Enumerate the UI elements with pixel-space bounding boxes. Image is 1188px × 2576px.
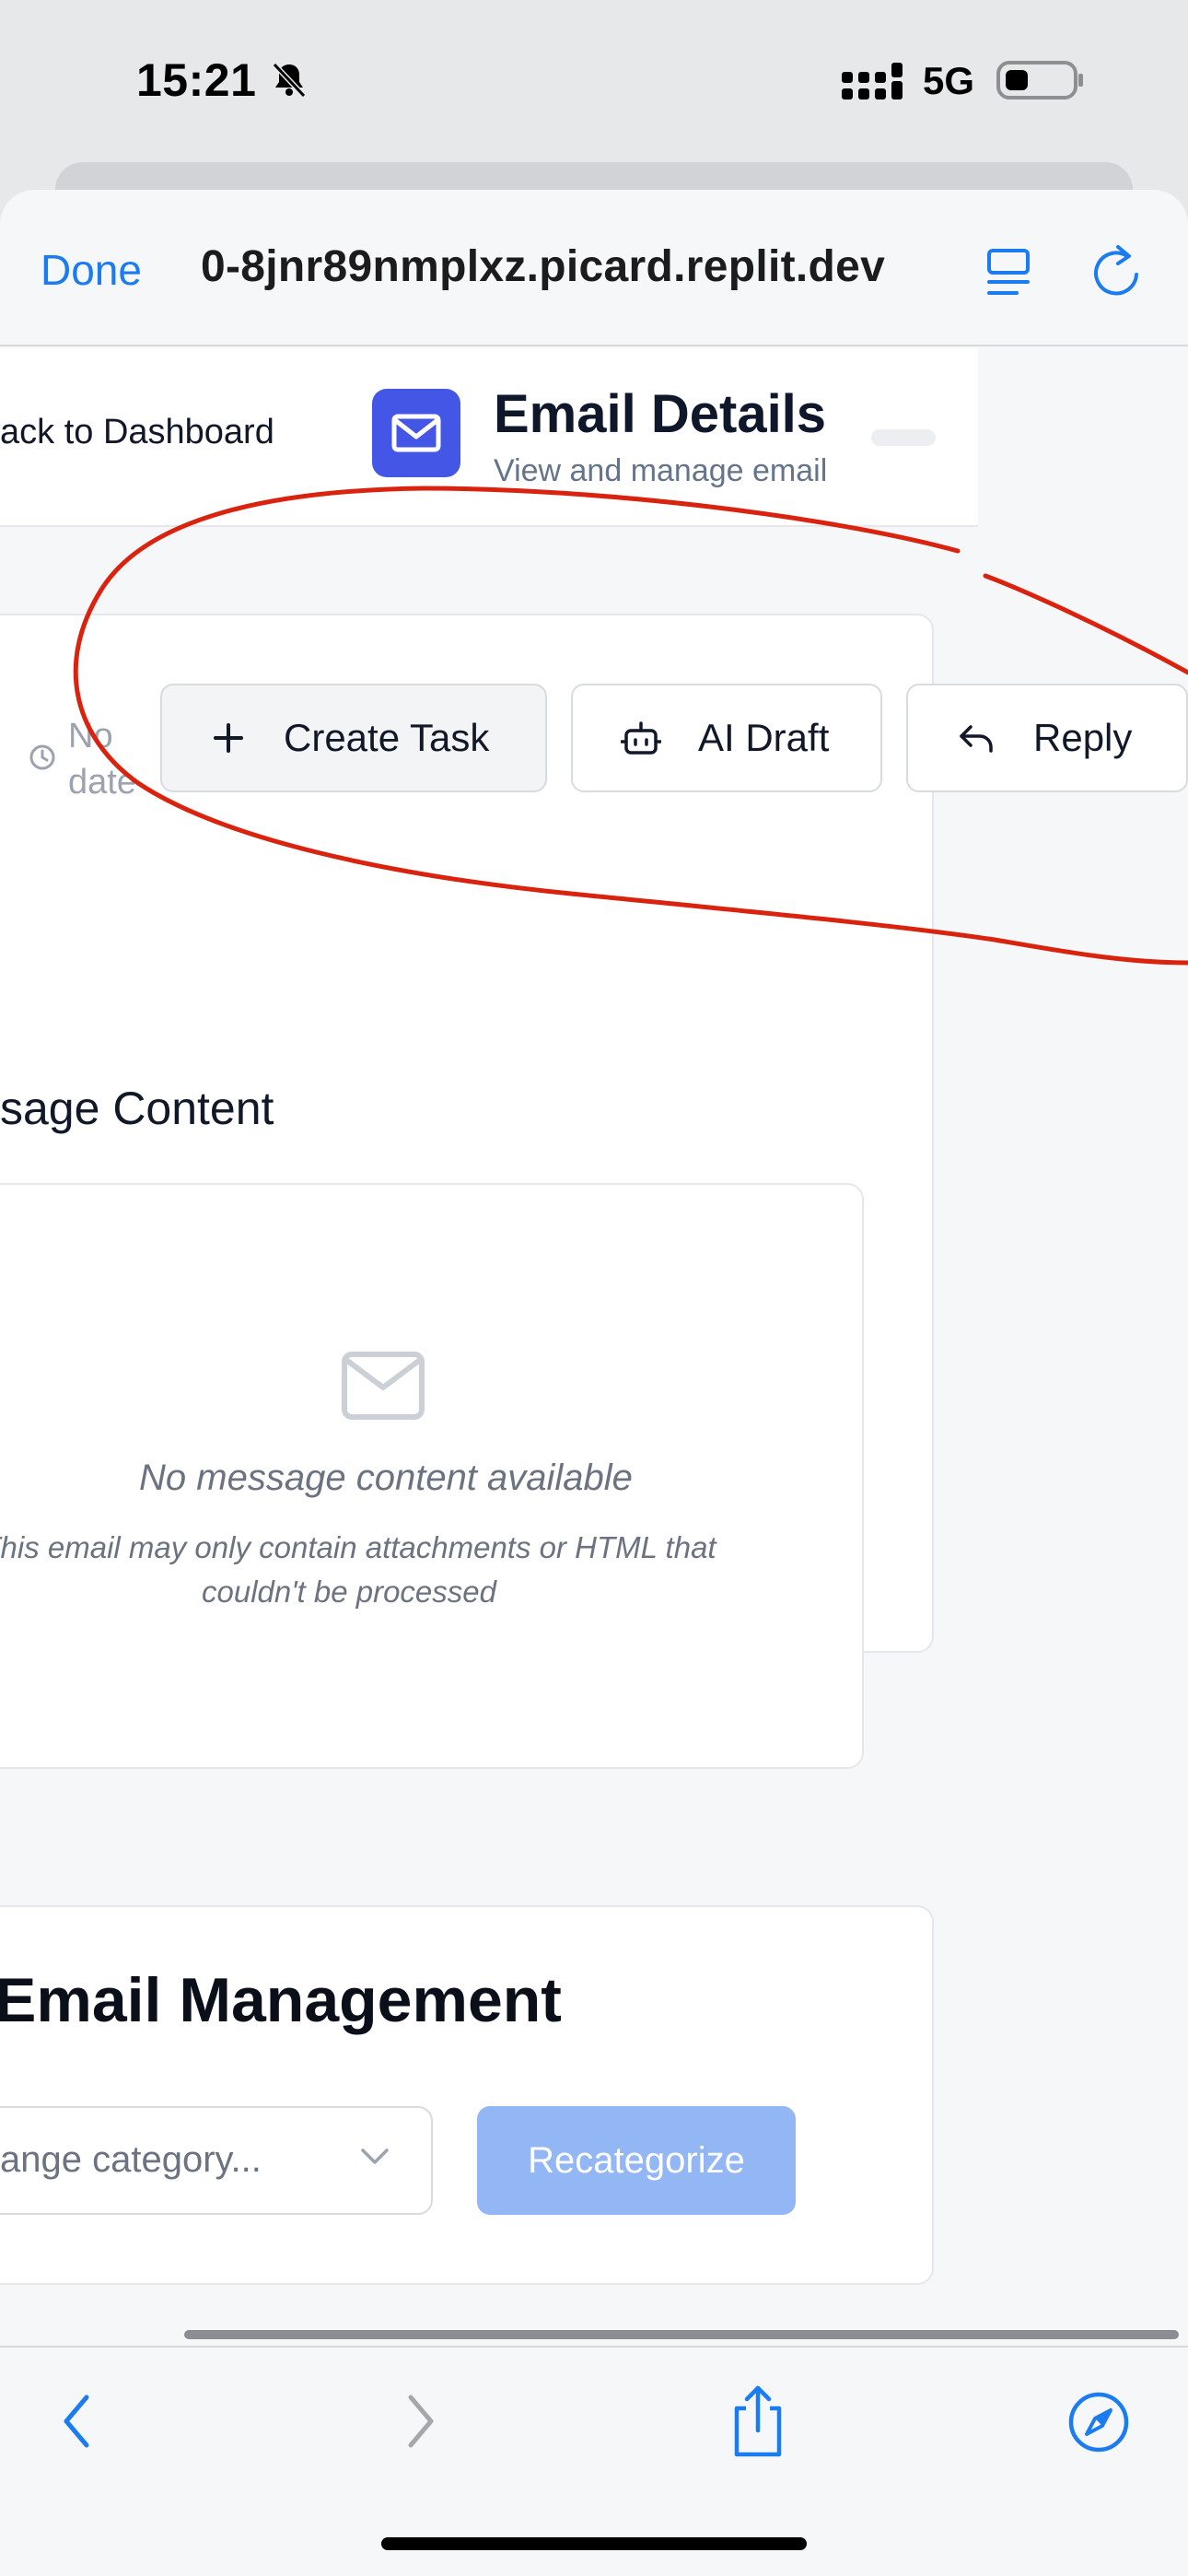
annotation-circle [73,486,1188,966]
home-indicator [381,2537,807,2550]
compass-icon[interactable] [1066,2390,1131,2459]
scroll-indicator[interactable] [184,2330,1179,2339]
back-arrow-icon[interactable] [59,2392,96,2455]
forward-arrow-icon[interactable] [402,2392,438,2455]
share-icon[interactable] [728,2384,788,2463]
